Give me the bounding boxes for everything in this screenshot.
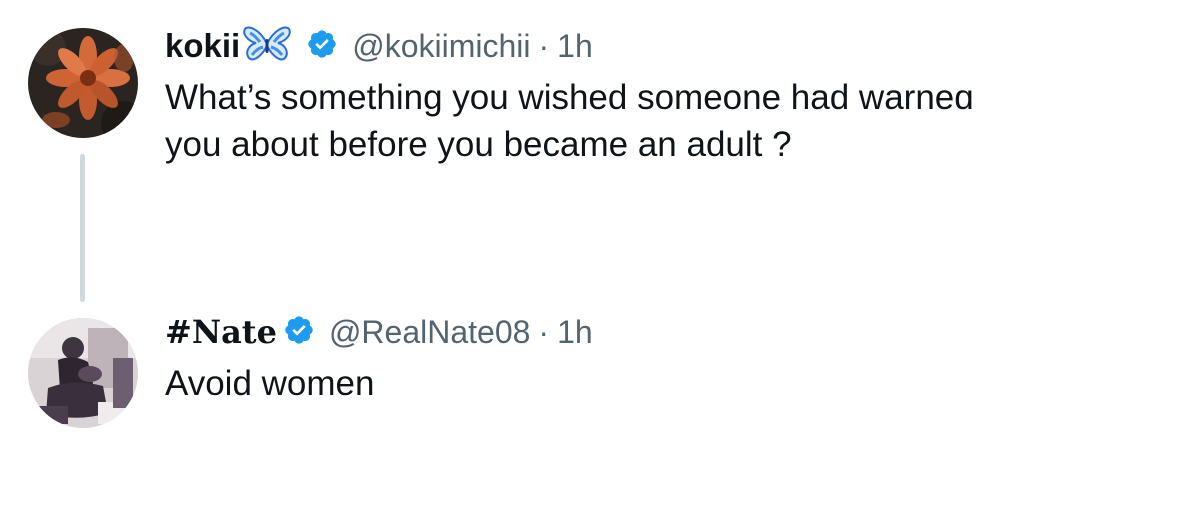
- verified-badge-icon: [283, 314, 315, 351]
- tweet-header: kokii @kokiimichii · 1h: [165, 26, 1155, 66]
- avatar[interactable]: [28, 318, 138, 428]
- verified-badge-icon: [306, 28, 338, 65]
- user-handle[interactable]: @RealNate08: [329, 314, 530, 351]
- display-name[interactable]: #Nate: [165, 313, 277, 351]
- tweet[interactable]: #Nate @RealNate08 · 1h Avoid women: [165, 312, 1155, 407]
- butterfly-emoji-icon: [242, 25, 292, 68]
- avatar-photo-image: [28, 318, 138, 428]
- tweet-text: What’s something you wished someone had …: [165, 74, 1155, 168]
- tweet-thread: kokii @kokiimichii · 1h What’s something…: [0, 0, 1179, 509]
- display-name[interactable]: kokii: [165, 27, 240, 65]
- tweet-text-line: What’s something you wished someone had …: [165, 78, 974, 117]
- avatar-flower-image: [28, 28, 138, 138]
- separator-dot: ·: [538, 27, 550, 64]
- tweet[interactable]: kokii @kokiimichii · 1h What’s something…: [165, 26, 1155, 168]
- separator-dot: ·: [538, 313, 550, 350]
- tweet-header: #Nate @RealNate08 · 1h: [165, 312, 1155, 352]
- tweet-text-line: you about before you became an adult ?: [165, 125, 792, 164]
- thread-connector-line: [80, 154, 85, 302]
- timestamp[interactable]: 1h: [557, 28, 593, 65]
- timestamp[interactable]: 1h: [557, 314, 593, 351]
- avatar[interactable]: [28, 28, 138, 138]
- user-handle[interactable]: @kokiimichii: [352, 28, 530, 65]
- tweet-text: Avoid women: [165, 364, 375, 403]
